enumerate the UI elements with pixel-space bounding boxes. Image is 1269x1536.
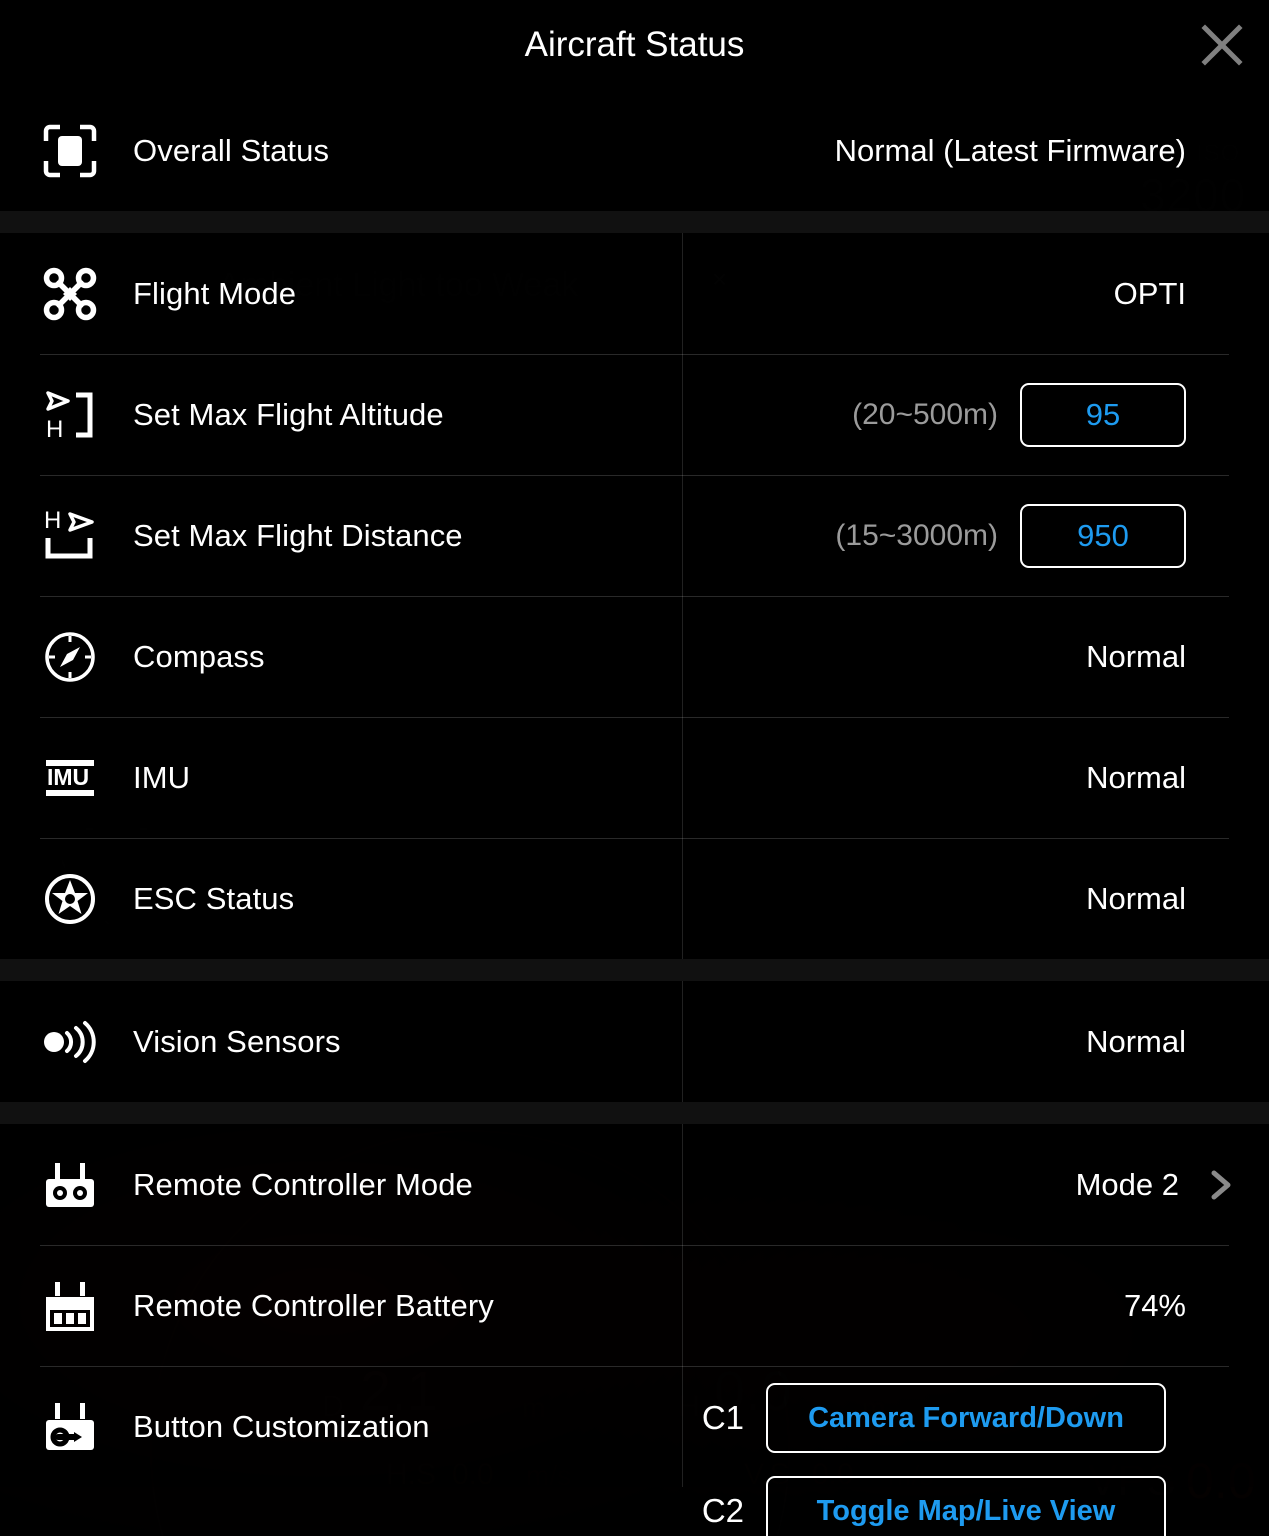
aircraft-status-panel: Aircraft Status Overall Status Normal (L… xyxy=(0,0,1269,1536)
row-value: Normal (Latest Firmware) xyxy=(834,132,1186,168)
binding-c2-action: Toggle Map/Live View xyxy=(816,1494,1116,1527)
max-distance-icon: H xyxy=(0,508,133,564)
row-flight-mode[interactable]: Flight Mode OPTI xyxy=(0,233,1269,354)
row-imu[interactable]: IMU IMU Normal xyxy=(0,717,1269,838)
row-range-hint: (15~3000m) xyxy=(835,518,998,552)
section-divider xyxy=(0,211,1269,233)
esc-icon xyxy=(0,871,133,927)
button-customization-left: Button Customization xyxy=(0,1366,430,1487)
close-icon[interactable] xyxy=(1187,10,1257,80)
svg-text:H: H xyxy=(44,508,61,534)
chevron-right-icon[interactable] xyxy=(1201,1165,1241,1205)
row-label: Flight Mode xyxy=(133,275,297,311)
max-altitude-input[interactable]: 95 xyxy=(1020,382,1186,447)
row-compass[interactable]: Compass Normal xyxy=(0,596,1269,717)
vision-sensor-icon xyxy=(0,1014,133,1070)
svg-text:H: H xyxy=(46,416,63,443)
row-value-cell: Normal (Latest Firmware) xyxy=(835,133,1269,169)
row-remote-controller-mode[interactable]: Remote Controller Mode Mode 2 xyxy=(0,1124,1269,1245)
row-value-cell: (20~500m) 95 xyxy=(849,382,1269,447)
button-customization-icon xyxy=(0,1399,133,1455)
row-remote-controller-battery[interactable]: Remote Controller Battery 74% xyxy=(0,1245,1269,1366)
row-value-cell: Normal xyxy=(849,639,1269,675)
panel-header: Aircraft Status xyxy=(0,0,1269,90)
binding-key-label: C2 xyxy=(701,1492,744,1529)
remote-controller-icon xyxy=(0,1157,133,1213)
row-label: Set Max Flight Altitude xyxy=(133,396,444,432)
max-altitude-value: 95 xyxy=(1085,396,1121,432)
row-max-flight-distance[interactable]: H Set Max Flight Distance (15~3000m) 950 xyxy=(0,475,1269,596)
row-label: Remote Controller Mode xyxy=(133,1166,473,1202)
imu-icon: IMU xyxy=(0,750,133,806)
row-value: 74% xyxy=(1123,1287,1186,1323)
row-label: Button Customization xyxy=(133,1408,430,1444)
row-value-cell: Normal xyxy=(849,1024,1269,1060)
row-overall-status[interactable]: Overall Status Normal (Latest Firmware) xyxy=(0,90,1269,211)
section-remote-controller: Remote Controller Mode Mode 2 Remote Con… xyxy=(0,1124,1269,1536)
binding-c2-button[interactable]: Toggle Map/Live View xyxy=(766,1476,1166,1536)
row-value-cell: 74% xyxy=(849,1288,1269,1324)
section-divider xyxy=(0,959,1269,981)
max-distance-input[interactable]: 950 xyxy=(1020,503,1186,568)
page-title: Aircraft Status xyxy=(524,25,745,64)
row-value: Normal xyxy=(1086,759,1186,795)
status-list: Overall Status Normal (Latest Firmware) xyxy=(0,90,1269,1536)
row-value: Normal xyxy=(1086,880,1186,916)
row-value: Mode 2 xyxy=(1075,1166,1179,1202)
row-max-flight-altitude[interactable]: H Set Max Flight Altitude (20~500m) 95 xyxy=(0,354,1269,475)
section-overall: Overall Status Normal (Latest Firmware) xyxy=(0,90,1269,211)
row-label: IMU xyxy=(133,759,191,795)
binding-key-label: C1 xyxy=(701,1399,744,1436)
row-button-customization[interactable]: Button Customization C1 Camera Forward/D… xyxy=(0,1366,1269,1536)
section-flight: Flight Mode OPTI H Set Max Flight Altitu… xyxy=(0,233,1269,959)
row-value: Normal xyxy=(1086,638,1186,674)
binding-c1-action: Camera Forward/Down xyxy=(808,1401,1124,1434)
compass-icon xyxy=(0,629,133,685)
row-value-cell: OPTI xyxy=(849,276,1269,312)
max-altitude-icon: H xyxy=(0,387,133,443)
overall-status-icon xyxy=(0,123,133,179)
rc-battery-icon xyxy=(0,1278,133,1334)
row-value-cell: Normal xyxy=(849,760,1269,796)
max-distance-value: 950 xyxy=(1077,517,1129,553)
row-value: OPTI xyxy=(1113,275,1186,311)
row-label: Remote Controller Battery xyxy=(133,1287,494,1323)
row-label: Set Max Flight Distance xyxy=(133,517,463,553)
row-range-hint: (20~500m) xyxy=(852,397,998,431)
svg-text:IMU: IMU xyxy=(47,764,89,790)
binding-c2: C2 Toggle Map/Live View xyxy=(690,1476,1269,1536)
row-label: Overall Status xyxy=(133,132,330,168)
row-label: Compass xyxy=(133,638,265,674)
binding-c1-button[interactable]: Camera Forward/Down xyxy=(766,1383,1166,1453)
button-bindings: C1 Camera Forward/Down C2 Toggle Map/Liv… xyxy=(690,1366,1269,1536)
row-value-cell: Mode 2 xyxy=(849,1165,1269,1205)
row-vision-sensors[interactable]: Vision Sensors Normal xyxy=(0,981,1269,1102)
drone-icon xyxy=(0,266,133,322)
section-divider xyxy=(0,1102,1269,1124)
row-esc-status[interactable]: ESC Status Normal xyxy=(0,838,1269,959)
aircraft-status-screen: ISO 3200 Ambient Light too Weak × D 2.1 … xyxy=(0,0,1269,1536)
section-vision: Vision Sensors Normal xyxy=(0,981,1269,1102)
row-value: Normal xyxy=(1086,1023,1186,1059)
row-value-cell: (15~3000m) 950 xyxy=(835,503,1269,568)
row-value-cell: Normal xyxy=(849,881,1269,917)
row-label: ESC Status xyxy=(133,880,295,916)
binding-c1: C1 Camera Forward/Down xyxy=(690,1383,1269,1453)
row-label: Vision Sensors xyxy=(133,1023,341,1059)
